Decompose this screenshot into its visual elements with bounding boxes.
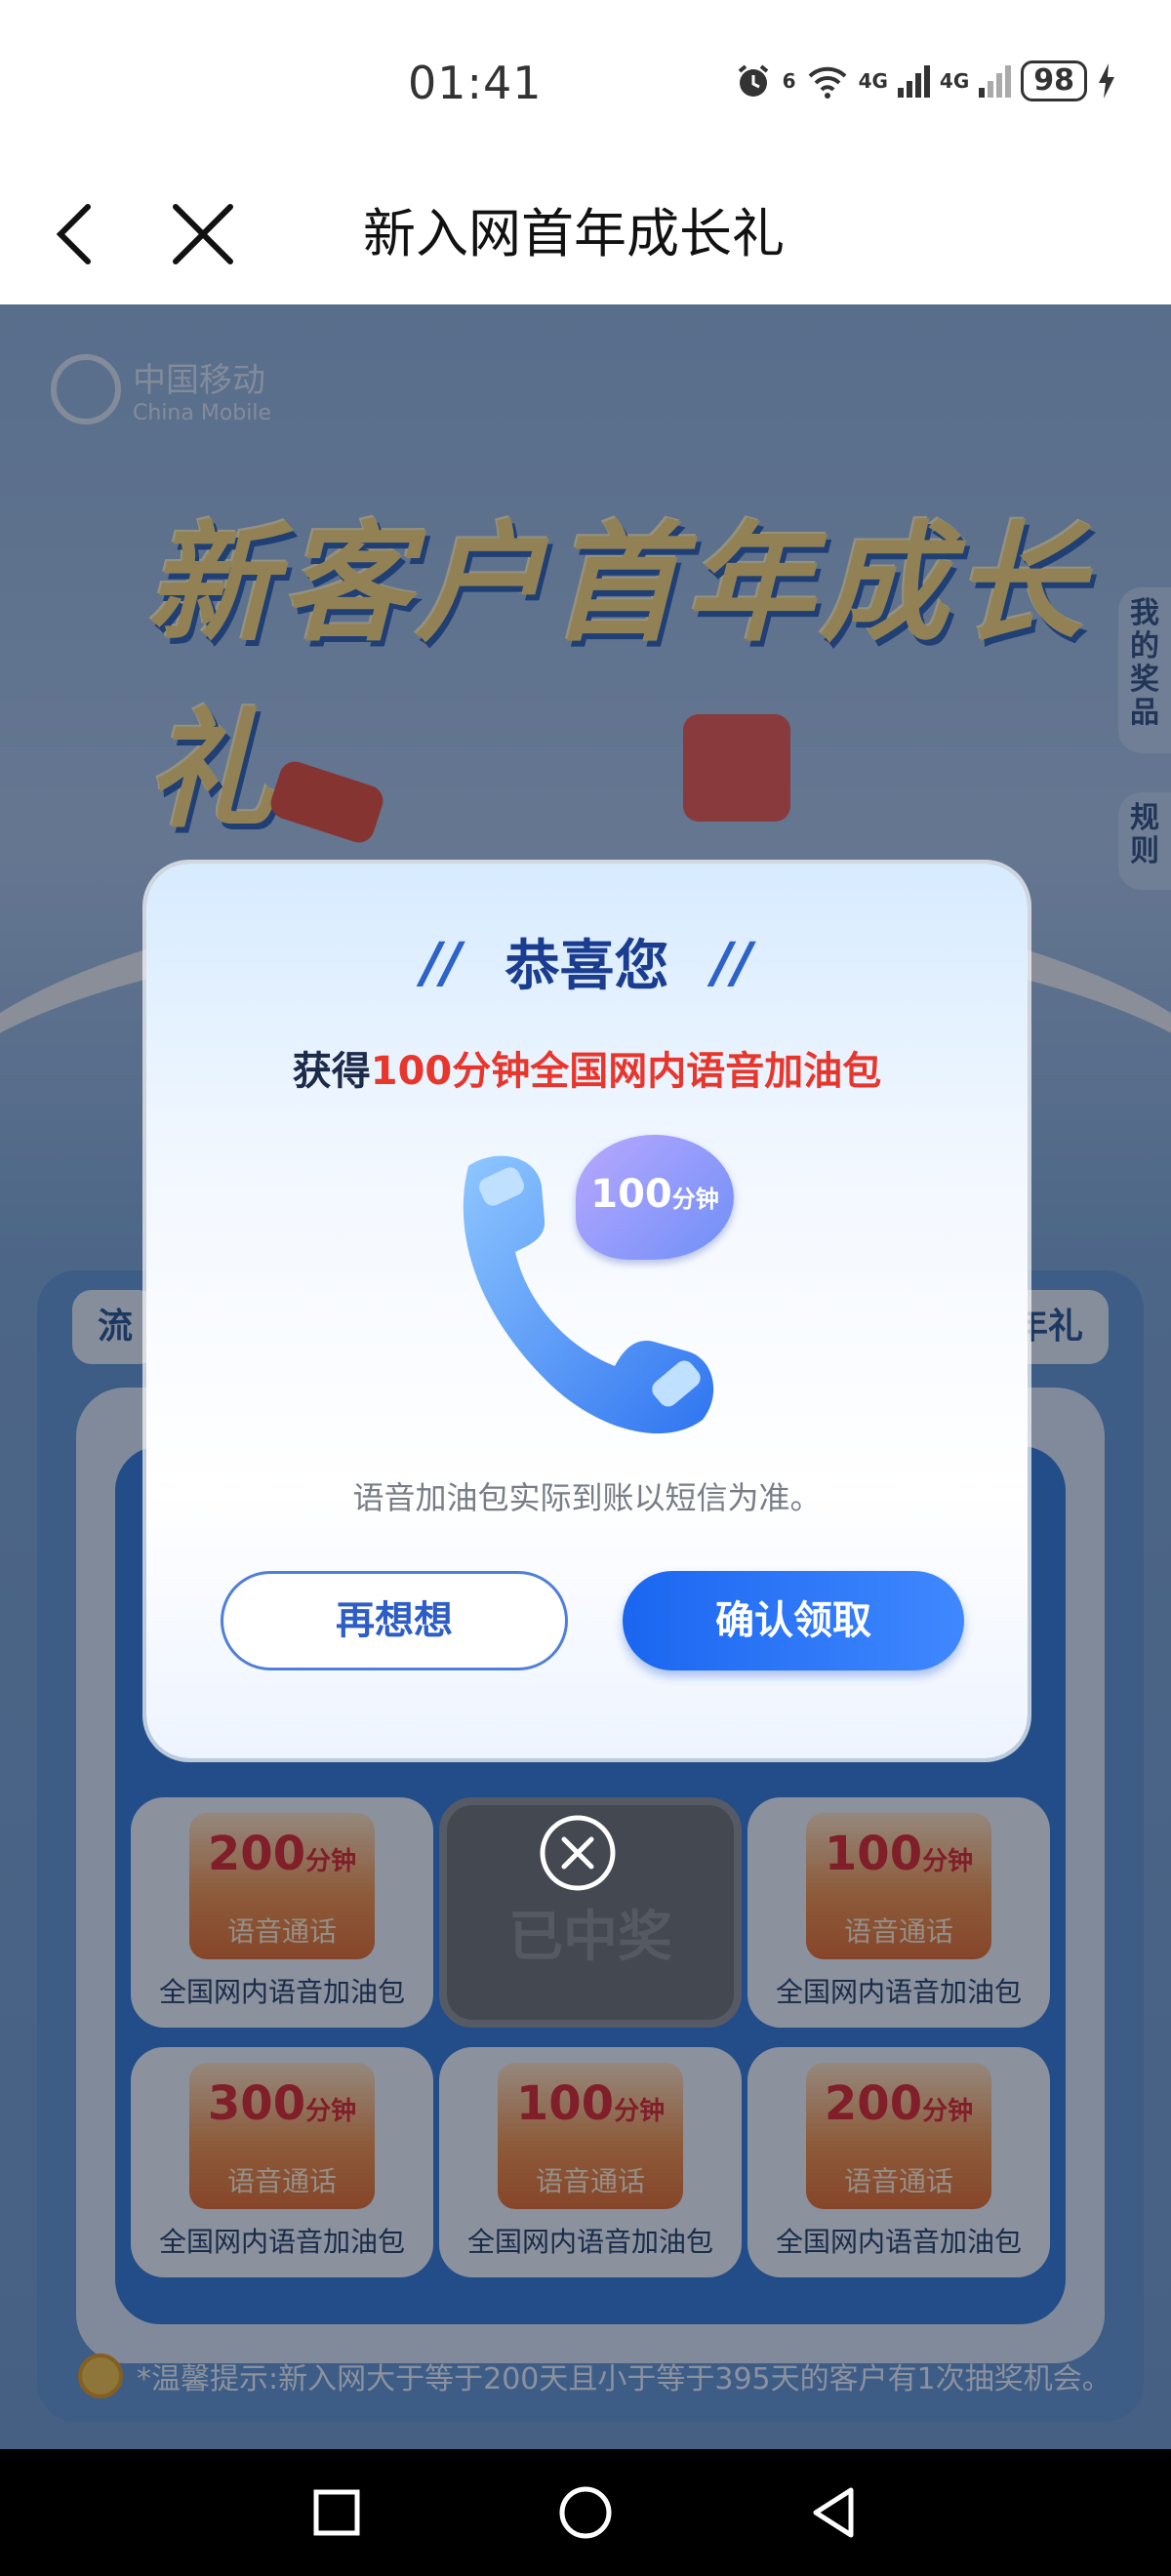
net-label-2: 4G <box>858 69 888 93</box>
status-time: 01:41 <box>408 57 543 109</box>
close-icon[interactable] <box>164 195 242 273</box>
top-nav-bar: 新入网首年成长礼 <box>0 166 1171 304</box>
signal-icon-2 <box>979 64 1012 98</box>
dialog-title: 恭喜您 <box>505 935 669 998</box>
net-label-3: 4G <box>939 69 970 93</box>
subtitle-prefix: 获得 <box>292 1049 371 1094</box>
wifi-icon <box>808 66 846 99</box>
back-arrow-icon[interactable] <box>39 195 117 273</box>
battery-indicator: 98 <box>1021 60 1087 101</box>
signal-icon-1 <box>897 64 930 98</box>
recent-apps-icon[interactable] <box>303 2478 371 2547</box>
status-bar: 01:41 6 4G 4G 98 <box>0 0 1171 166</box>
think-again-button[interactable]: 再想想 <box>221 1571 568 1670</box>
bubble-text: 100分钟 <box>590 1172 719 1217</box>
subtitle-highlight: 100分钟全国网内语音加油包 <box>370 1049 882 1094</box>
home-icon[interactable] <box>551 2478 620 2547</box>
dialog-subtitle: 获得100分钟全国网内语音加油包 <box>146 1039 1028 1096</box>
prize-dialog: // 恭喜您 // 获得100分钟全国网内语音加油包 100分钟 语音加油包实际… <box>146 864 1028 1758</box>
confirm-claim-button[interactable]: 确认领取 <box>623 1571 964 1670</box>
back-triangle-icon[interactable] <box>800 2478 868 2547</box>
alarm-icon <box>738 64 768 97</box>
minutes-bubble-icon: 100分钟 <box>576 1135 734 1260</box>
dialog-note: 语音加油包实际到账以短信为准。 <box>352 1479 822 1516</box>
page-title: 新入网首年成长礼 <box>363 203 785 264</box>
system-nav-bar <box>0 2449 1171 2576</box>
net-label-1: 6 <box>782 69 796 93</box>
charging-icon <box>1099 63 1114 99</box>
status-icons: 6 4G 4G 98 <box>734 60 1116 101</box>
quote-mark-right: // <box>712 932 752 995</box>
dialog-close-icon[interactable] <box>538 1813 618 1893</box>
